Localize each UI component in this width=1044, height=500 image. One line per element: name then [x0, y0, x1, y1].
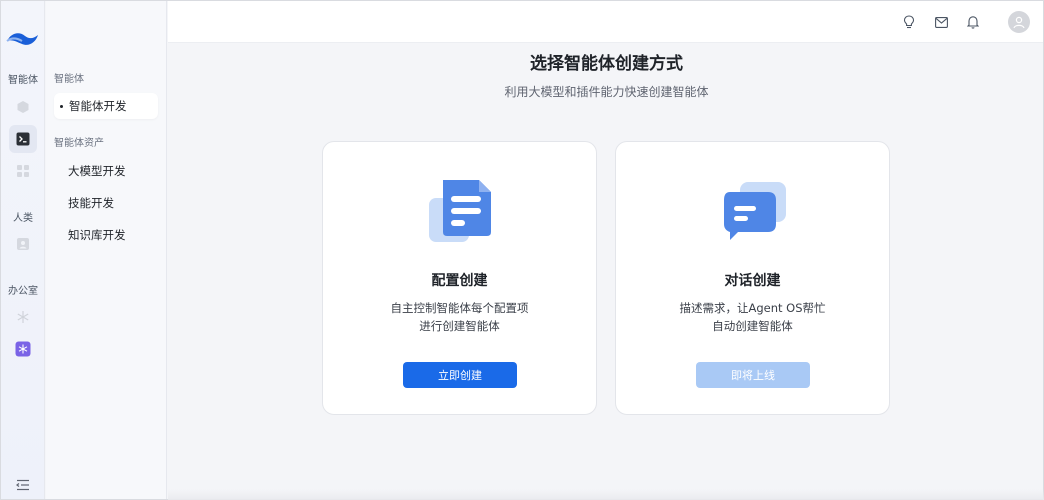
subnav-item-label: 大模型开发	[68, 164, 126, 178]
chat-create-card[interactable]: 对话创建 描述需求，让Agent OS帮忙 自动创建智能体 即将上线	[615, 141, 890, 415]
subnav-item-label: 智能体开发	[69, 99, 127, 113]
card-desc-line1: 描述需求，让Agent OS帮忙	[679, 301, 826, 315]
office-app-icon[interactable]	[9, 335, 37, 363]
icon-rail: 智能体 人类 办公室	[1, 1, 45, 499]
contact-card-icon[interactable]	[9, 230, 37, 258]
rail-section-office: 办公室	[8, 286, 38, 297]
config-create-card[interactable]: 配置创建 自主控制智能体每个配置项 进行创建智能体 立即创建	[322, 141, 597, 415]
active-dot	[60, 104, 63, 108]
document-icon	[429, 180, 491, 242]
chat-bubbles-icon	[724, 182, 786, 240]
mail-icon[interactable]	[933, 14, 949, 30]
page-title: 选择智能体创建方式	[530, 54, 683, 74]
card-title: 配置创建	[431, 273, 488, 289]
card-desc-line2: 自动创建智能体	[712, 319, 793, 333]
subnav-item-knowledge-dev[interactable]: 知识库开发	[54, 222, 158, 248]
card-desc-line2: 进行创建智能体	[419, 319, 500, 333]
subnav-item-skill-dev[interactable]: 技能开发	[54, 190, 158, 216]
grid-apps-icon[interactable]	[9, 157, 37, 185]
user-icon	[1013, 16, 1025, 29]
top-header	[168, 1, 1043, 43]
subnav-item-label: 技能开发	[68, 196, 114, 210]
collapse-menu-icon[interactable]	[9, 471, 37, 499]
create-now-button[interactable]: 立即创建	[403, 362, 517, 388]
lightbulb-icon[interactable]	[901, 14, 917, 30]
coming-soon-button[interactable]: 即将上线	[696, 362, 810, 388]
app-window: 智能体 人类 办公室 智能体 智能体开发 智能体资产 大模型开发 技能开发 知识…	[0, 0, 1044, 500]
rail-section-human: 人类	[13, 213, 33, 224]
subnav-heading-agent: 智能体	[54, 74, 84, 85]
snowflake-icon[interactable]	[9, 303, 37, 331]
subnav-item-llm-dev[interactable]: 大模型开发	[54, 158, 158, 184]
subnav-item-agent-dev[interactable]: 智能体开发	[54, 93, 158, 119]
user-avatar[interactable]	[1008, 11, 1030, 33]
bottom-shadow	[168, 489, 1044, 500]
terminal-icon[interactable]	[9, 125, 37, 153]
sub-sidebar: 智能体 智能体开发 智能体资产 大模型开发 技能开发 知识库开发	[46, 1, 167, 499]
rail-section-agent: 智能体	[8, 75, 38, 86]
bell-icon[interactable]	[965, 14, 981, 30]
subnav-heading-assets: 智能体资产	[54, 138, 104, 149]
agent-market-icon[interactable]	[9, 93, 37, 121]
logo-icon	[6, 33, 38, 45]
card-desc-line1: 自主控制智能体每个配置项	[390, 301, 529, 315]
card-title: 对话创建	[724, 273, 781, 289]
page-subtitle: 利用大模型和插件能力快速创建智能体	[504, 85, 709, 99]
subnav-item-label: 知识库开发	[68, 228, 126, 242]
